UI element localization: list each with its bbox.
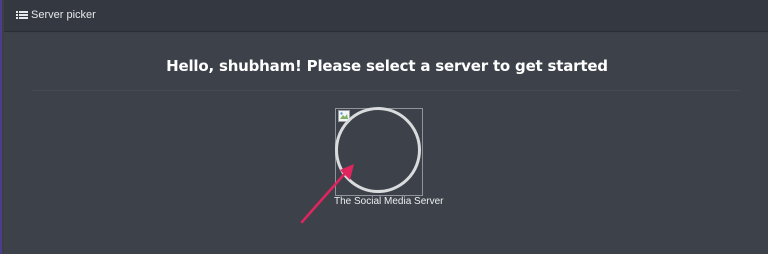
app-frame: Server picker Hello, shubham! Please sel… (0, 0, 768, 254)
header-bar: Server picker (4, 0, 768, 32)
header-title-text: Server picker (31, 9, 96, 21)
divider (32, 90, 740, 91)
list-icon (16, 10, 28, 20)
main-panel: Hello, shubham! Please select a server t… (4, 33, 768, 254)
annotation-arrow-icon (300, 164, 354, 224)
server-picker-title: Server picker (16, 9, 96, 21)
page-title: Hello, shubham! Please select a server t… (166, 57, 608, 75)
